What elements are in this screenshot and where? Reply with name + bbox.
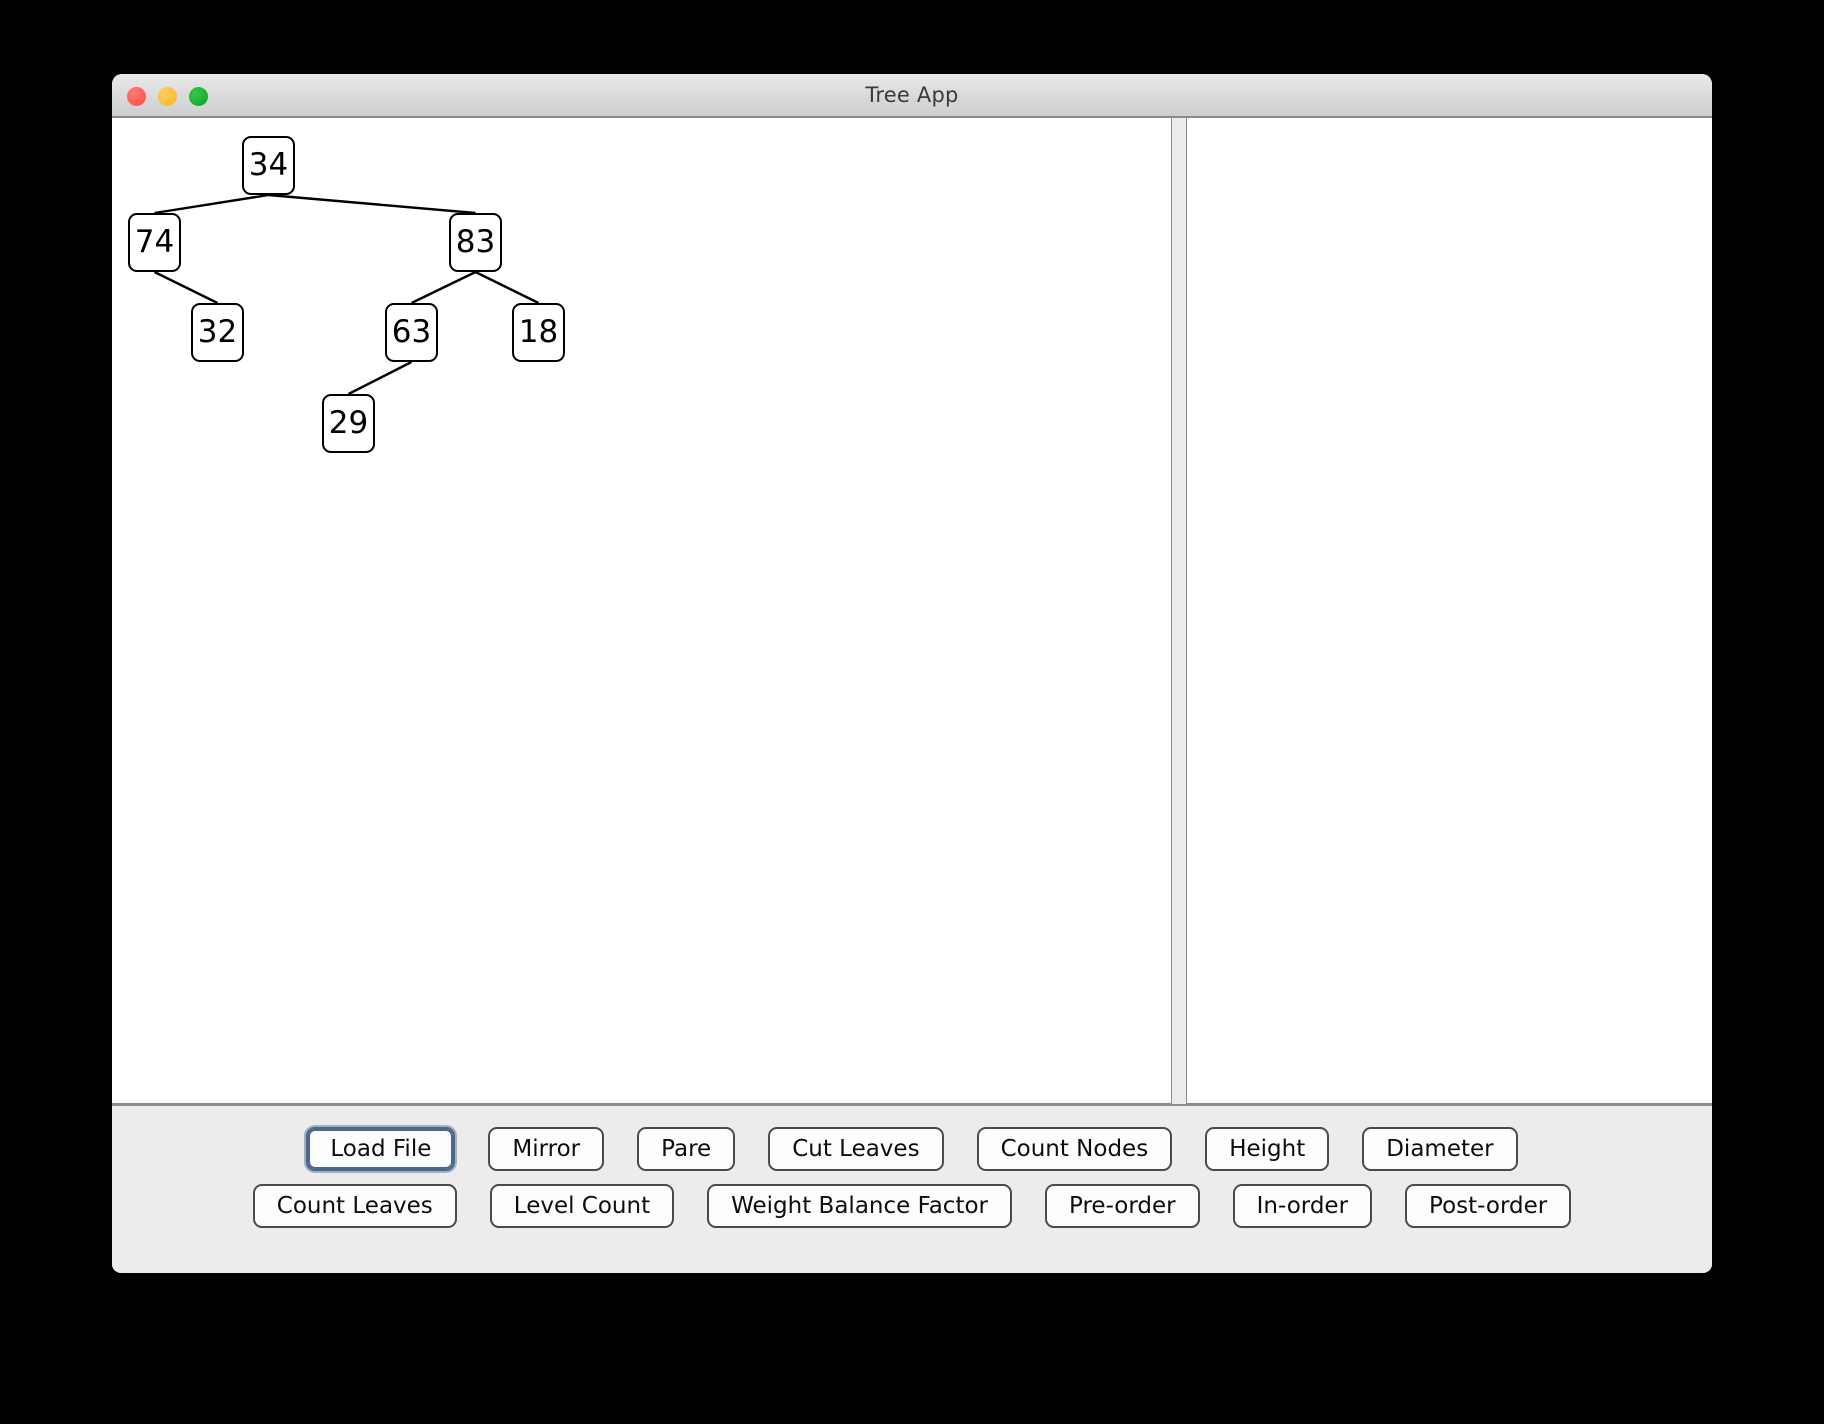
- tree-canvas[interactable]: 34 74 83 32 63 18 29: [112, 118, 1171, 1103]
- button-label: Pre-order: [1069, 1193, 1176, 1219]
- weight-balance-factor-button[interactable]: Weight Balance Factor: [707, 1184, 1012, 1228]
- count-leaves-button[interactable]: Count Leaves: [252, 1184, 457, 1228]
- tree-edge: [474, 270, 540, 305]
- panel-splitter[interactable]: [1172, 118, 1186, 1104]
- tree-node[interactable]: 18: [512, 303, 565, 362]
- tree-edge: [154, 193, 269, 215]
- desktop-background: Tree App 34 74 83 32 63 18 29 Load File Mirror P…: [0, 0, 1824, 1424]
- tree-edge: [153, 270, 219, 305]
- window-controls: [127, 74, 208, 118]
- button-label: Mirror: [512, 1136, 581, 1162]
- button-label: Cut Leaves: [792, 1136, 920, 1162]
- button-label: Load File: [330, 1136, 432, 1162]
- button-label: Diameter: [1386, 1136, 1494, 1162]
- button-label: Pare: [661, 1136, 712, 1162]
- pre-order-button[interactable]: Pre-order: [1045, 1184, 1200, 1228]
- output-text-panel[interactable]: [1186, 118, 1712, 1104]
- tree-node-label: 83: [455, 224, 496, 260]
- tree-node-label: 32: [197, 314, 238, 350]
- zoom-button[interactable]: [189, 86, 208, 106]
- post-order-button[interactable]: Post-order: [1405, 1184, 1572, 1228]
- diameter-button[interactable]: Diameter: [1362, 1127, 1518, 1171]
- button-label: In-order: [1256, 1193, 1349, 1219]
- toolbar-row-1: Load File Mirror Pare Cut Leaves Count Nodes…: [306, 1127, 1518, 1171]
- window-titlebar: Tree App: [112, 74, 1712, 118]
- tree-edge: [268, 193, 476, 215]
- button-label: Count Nodes: [1000, 1136, 1149, 1162]
- cut-leaves-button[interactable]: Cut Leaves: [768, 1127, 944, 1171]
- button-label: Height: [1229, 1136, 1306, 1162]
- mirror-button[interactable]: Mirror: [488, 1127, 605, 1171]
- tree-edge: [410, 270, 477, 305]
- tree-node[interactable]: 34: [242, 136, 295, 195]
- output-text: [1187, 118, 1712, 138]
- window-title: Tree App: [865, 83, 959, 107]
- pare-button[interactable]: Pare: [637, 1127, 736, 1171]
- count-nodes-button[interactable]: Count Nodes: [976, 1127, 1173, 1171]
- button-label: Post-order: [1429, 1193, 1548, 1219]
- tree-node-label: 18: [518, 314, 559, 350]
- tree-node[interactable]: 29: [322, 394, 375, 453]
- tree-node[interactable]: 63: [385, 303, 438, 362]
- tree-view-panel[interactable]: 34 74 83 32 63 18 29: [112, 118, 1172, 1104]
- level-count-button[interactable]: Level Count: [489, 1184, 675, 1228]
- split-content: 34 74 83 32 63 18 29: [112, 118, 1712, 1104]
- toolbar-row-2: Count Leaves Level Count Weight Balance Fa…: [252, 1184, 1572, 1228]
- in-order-button[interactable]: In-order: [1232, 1184, 1373, 1228]
- tree-node-label: 29: [328, 405, 369, 441]
- tree-node-label: 63: [391, 314, 432, 350]
- tree-node[interactable]: 32: [191, 303, 244, 362]
- minimize-button[interactable]: [158, 86, 177, 106]
- button-label: Count Leaves: [276, 1193, 433, 1219]
- app-window: Tree App 34 74 83 32 63 18 29 Load File Mirror P…: [112, 74, 1712, 1273]
- button-label: Weight Balance Factor: [731, 1193, 988, 1219]
- tree-edges: [153, 193, 540, 396]
- button-toolbar: Load File Mirror Pare Cut Leaves Count Nodes…: [112, 1104, 1712, 1271]
- load-file-button[interactable]: Load File: [306, 1127, 456, 1171]
- height-button[interactable]: Height: [1205, 1127, 1330, 1171]
- tree-node-label: 74: [134, 224, 175, 260]
- tree-node-label: 34: [248, 147, 289, 183]
- tree-node[interactable]: 74: [128, 213, 181, 272]
- close-button[interactable]: [127, 86, 146, 106]
- tree-node[interactable]: 83: [449, 213, 502, 272]
- tree-edge: [347, 360, 413, 396]
- button-label: Level Count: [513, 1193, 651, 1219]
